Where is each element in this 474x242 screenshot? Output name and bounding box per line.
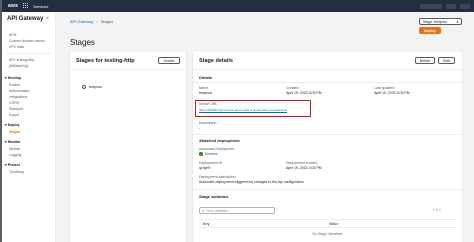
deployment-id-value: qchyh9 [199,166,211,170]
deployment-created-label: Deployment created [286,161,318,165]
deployment-id-label: Deployment ID [199,161,223,165]
column-header-key[interactable]: Key [203,222,209,226]
invoke-url-link[interactable]: https://5b5faetr1g.execute-api.us-east-2… [199,108,287,112]
sidebar-title: API Gateway [7,16,44,22]
invoke-url-label: Invoke URL [199,102,218,106]
sidebar-item-apis[interactable]: APIs [9,33,16,37]
variables-table-header: Key Value [199,219,456,228]
search-icon: ⌕ [202,208,205,213]
top-navigation: aws Services [2,0,474,12]
variables-search-input[interactable]: ⌕ Find variables [199,207,275,214]
attached-deployment-heading: Attached deployment [199,138,240,143]
stage-list-item-label: testprod [89,85,102,89]
panel-divider [70,69,186,70]
stage-variables-heading: Stage variables [199,194,229,199]
sidebar-item-stages[interactable]: Stages [9,130,20,134]
breadcrumb-separator-icon: › [96,19,98,24]
panel-divider [193,69,462,70]
stage-details-panel: Stage details Delete Edit Details Name t… [193,52,462,242]
delete-button[interactable]: Delete [415,57,435,64]
sidebar-api-id: (5b5faetr1g) [9,64,29,68]
edit-button[interactable]: Edit [438,57,455,64]
sidebar-item-custom-domains[interactable]: Custom domain names [9,39,45,43]
services-grid-icon[interactable] [23,3,29,9]
variables-empty-state: No Stage Variables [312,232,343,236]
details-heading: Details [199,75,213,80]
created-label: Created [286,86,299,90]
aws-logo[interactable]: aws [8,3,18,9]
section-divider [193,134,462,135]
description-label: Description [199,121,217,125]
console-frame: aws Services API Gateway × APIs Custom d… [0,0,474,242]
auto-deploy-label: Automatic Deployment [199,147,235,151]
auto-deploy-status-text: Enabled [205,152,218,156]
stage-details-title: Stage details [199,58,233,64]
name-value: testprod [199,91,212,95]
check-circle-icon: ✓ [199,152,203,156]
stages-panel: Stages for testing-http Create testprod [70,52,186,242]
section-divider [193,189,462,190]
account-menu[interactable] [446,3,456,9]
stage-list-item[interactable]: testprod [82,85,102,89]
page-title: Stages [70,38,95,47]
deploy-button[interactable]: Deploy [419,27,441,34]
sidebar-item-authorization[interactable]: Authorization [9,89,29,93]
create-button[interactable]: Create [158,57,180,64]
breadcrumb-current: Stages [100,19,114,24]
stage-node-icon [82,85,86,89]
sidebar-item-reimport[interactable]: Reimport [9,107,23,111]
search-bar[interactable] [420,3,442,9]
breadcrumb-root[interactable]: API Gateway [70,19,93,24]
description-value: - [199,126,201,130]
pagination[interactable]: < 1 > [433,208,441,212]
sidebar-section-protect[interactable]: ▾ Protect [5,163,20,167]
breadcrumb: API Gateway › Stages [70,19,113,24]
sidebar-section-develop[interactable]: ▾ Develop [5,76,21,80]
created-value: April 19, 2023 3:03 PM [286,91,322,95]
close-icon[interactable]: × [46,16,49,22]
sidebar: API Gateway × APIs Custom domain names V… [2,12,56,242]
sidebar-item-throttling[interactable]: Throttling [9,170,24,174]
sidebar-item-cors[interactable]: CORS [9,101,19,105]
stage-select[interactable]: Stage: testprod ▼ [419,18,462,25]
topnav-right-group [420,3,474,9]
sidebar-section-monitor[interactable]: ▾ Monitor [5,140,21,144]
deployment-description-label: Deployment description [199,175,236,179]
services-menu[interactable]: Services [33,4,48,9]
variables-search-placeholder: Find variables [206,208,229,213]
sidebar-item-export[interactable]: Export [9,113,19,117]
name-label: Name [199,86,209,90]
sidebar-item-vpc-links[interactable]: VPC links [9,45,24,49]
stage-select-value: Stage: testprod [423,19,447,24]
chevron-down-icon: ▼ [456,19,459,24]
auto-deploy-status: ✓ Enabled [199,152,218,156]
stages-panel-title: Stages for testing-http [76,58,135,64]
column-header-value[interactable]: Value [329,222,338,226]
sidebar-item-routes[interactable]: Routes [9,83,20,87]
sidebar-item-logging[interactable]: Logging [9,153,21,157]
sidebar-api-name[interactable]: API: testing-http... [9,58,37,62]
deployment-created-value: April 19, 2023 3:03 PM [286,166,322,170]
region-menu[interactable] [460,3,470,9]
sidebar-item-integrations[interactable]: Integrations [9,95,27,99]
sidebar-divider [7,53,51,54]
last-updated-label: Last updated [374,86,395,90]
section-divider [193,82,462,83]
deployment-description-value: Automatic deployment triggered by change… [199,180,304,184]
sidebar-item-metrics[interactable]: Metrics [9,147,20,151]
last-updated-value: April 19, 2023 3:03 PM [374,91,410,95]
sidebar-section-deploy[interactable]: ▾ Deploy [5,123,19,127]
